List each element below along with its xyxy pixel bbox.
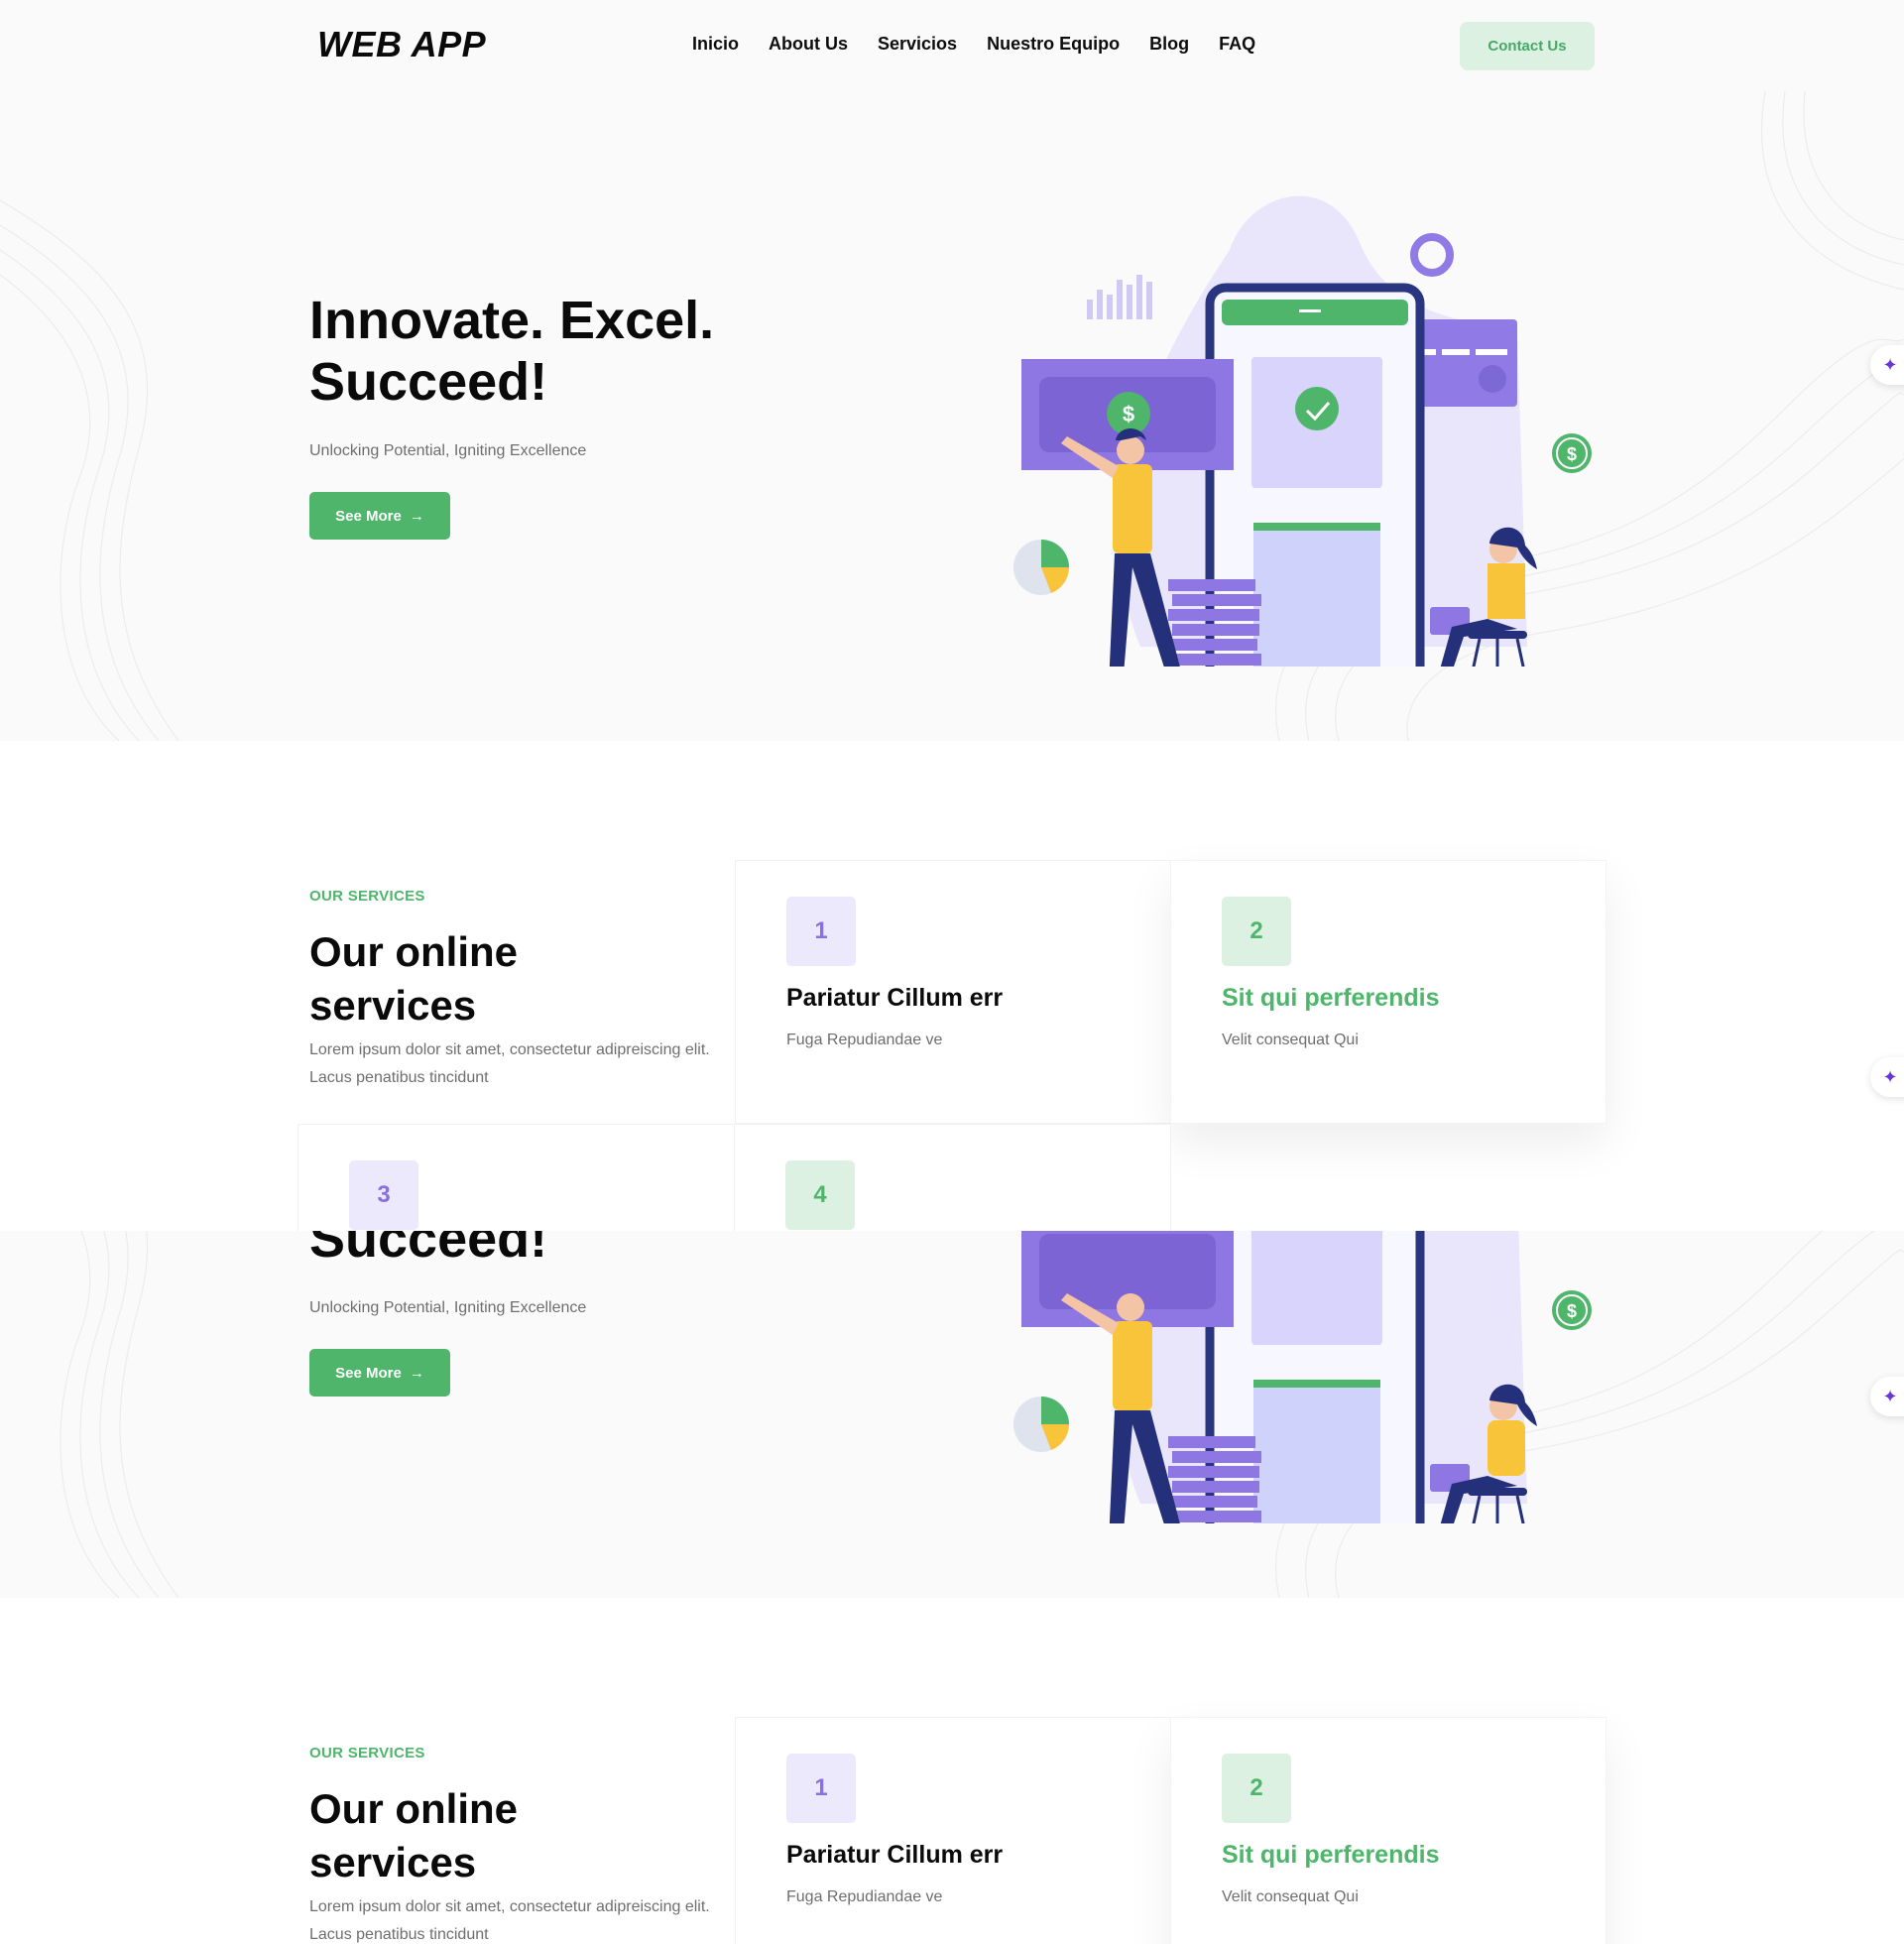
arrow-right-icon: →: [409, 507, 424, 525]
service-number-3: 3: [349, 1160, 418, 1230]
main-nav: Inicio About Us Servicios Nuestro Equipo…: [692, 34, 1255, 55]
nav-link-about-us[interactable]: About Us: [769, 34, 848, 55]
sparkle-icon[interactable]: ✦: [1870, 345, 1904, 385]
services-kicker: OUR SERVICES: [309, 1745, 425, 1762]
service-number-2: 2: [1222, 897, 1291, 966]
arrow-right-icon: →: [409, 1364, 424, 1382]
service-card-2[interactable]: 2 Sit qui perferendis Velit consequat Qu…: [1170, 1717, 1606, 1944]
service-number-1: 1: [786, 897, 856, 966]
service-number-1: 1: [786, 1754, 856, 1823]
service-card-3[interactable]: 3: [298, 1124, 735, 1231]
services-title: Our online services: [309, 1785, 518, 1885]
services-section: OUR SERVICES Our online services Lorem i…: [0, 741, 1904, 1231]
see-more-label: See More: [335, 507, 402, 525]
svg-text:$: $: [1123, 402, 1134, 426]
site-header: WEB APP Inicio About Us Servicios Nuestr…: [0, 0, 1904, 91]
sparkle-icon[interactable]: ✦: [1870, 1057, 1904, 1097]
sparkle-icon[interactable]: ✦: [1870, 1377, 1904, 1416]
service-card-text: Velit consequat Qui: [1222, 1032, 1359, 1048]
background-wave-lines: [0, 91, 1904, 741]
svg-text:$: $: [1567, 444, 1577, 464]
hero-section: Innovate. Excel. Succeed! Unlocking Pote…: [0, 91, 1904, 741]
services-description: Lorem ipsum dolor sit amet, consectetur …: [309, 1898, 710, 1943]
services-kicker: OUR SERVICES: [309, 888, 425, 905]
services-section-repeat: OUR SERVICES Our online services Lorem i…: [0, 1598, 1904, 1944]
nav-link-faq[interactable]: FAQ: [1219, 34, 1255, 55]
hero-subtitle: Unlocking Potential, Igniting Excellence: [309, 442, 587, 459]
hero-illustration: $ $: [1013, 195, 1592, 667]
service-card-4[interactable]: 4: [734, 1124, 1171, 1231]
nav-link-servicios[interactable]: Servicios: [878, 34, 957, 55]
service-card-text: Fuga Repudiandae ve: [786, 1032, 943, 1048]
service-card-title: Pariatur Cillum err: [786, 984, 1004, 1012]
svg-text:$: $: [1567, 1301, 1577, 1321]
service-card-1[interactable]: 1 Pariatur Cillum err Fuga Repudiandae v…: [735, 860, 1171, 1124]
background-wave-lines: [60, 1231, 1904, 1598]
service-card-title: Pariatur Cillum err: [786, 1841, 1004, 1869]
service-card-1[interactable]: 1 Pariatur Cillum err Fuga Repudiandae v…: [735, 1717, 1171, 1944]
see-more-button[interactable]: See More →: [309, 492, 450, 540]
nav-link-blog[interactable]: Blog: [1149, 34, 1189, 55]
service-card-text: Velit consequat Qui: [1222, 1888, 1359, 1905]
nav-link-nuestro-equipo[interactable]: Nuestro Equipo: [987, 34, 1120, 55]
service-card-title: Sit qui perferendis: [1222, 1841, 1440, 1869]
service-card-title: Sit qui perferendis: [1222, 984, 1440, 1012]
service-number-4: 4: [785, 1160, 855, 1230]
hero-title: Innovate. Excel. Succeed!: [309, 1231, 548, 1269]
service-card-2[interactable]: 2 Sit qui perferendis Velit consequat Qu…: [1170, 860, 1606, 1124]
services-title: Our online services: [309, 928, 518, 1029]
services-description: Lorem ipsum dolor sit amet, consectetur …: [309, 1041, 710, 1086]
contact-us-button[interactable]: Contact Us: [1460, 22, 1595, 70]
service-number-2: 2: [1222, 1754, 1291, 1823]
hero-section-repeat: Innovate. Excel. Succeed! Unlocking Pote…: [0, 1231, 1904, 1598]
see-more-button[interactable]: See More →: [309, 1349, 450, 1397]
see-more-label: See More: [335, 1364, 402, 1382]
hero-subtitle: Unlocking Potential, Igniting Excellence: [309, 1299, 587, 1316]
logo[interactable]: WEB APP: [317, 24, 486, 65]
hero-illustration: $: [1013, 1231, 1592, 1523]
hero-title: Innovate. Excel. Succeed!: [309, 291, 715, 412]
nav-link-inicio[interactable]: Inicio: [692, 34, 739, 55]
service-card-text: Fuga Repudiandae ve: [786, 1888, 943, 1905]
